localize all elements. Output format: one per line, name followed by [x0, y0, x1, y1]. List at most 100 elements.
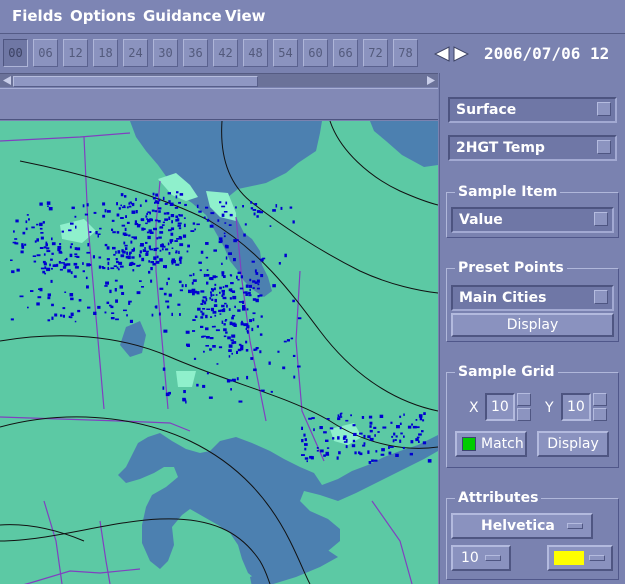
grid-x-input[interactable]: 10	[485, 393, 515, 421]
station-marker	[192, 273, 195, 276]
station-marker	[219, 201, 222, 204]
grid-x-up-icon[interactable]	[517, 393, 531, 406]
station-marker	[418, 433, 422, 436]
field-dropdown[interactable]: 2HGT Temp	[448, 135, 617, 161]
scrollbar-thumb[interactable]	[13, 76, 258, 87]
map-horizontal-scrollbar[interactable]	[0, 73, 438, 87]
hour-button-66[interactable]: 66	[333, 39, 358, 67]
station-marker	[111, 219, 115, 222]
station-marker	[97, 235, 99, 238]
grid-y-up-icon[interactable]	[593, 393, 607, 406]
grid-y-down-icon[interactable]	[593, 408, 607, 421]
station-marker	[52, 264, 57, 267]
station-marker	[212, 294, 215, 296]
station-marker	[278, 262, 281, 265]
station-marker	[128, 252, 131, 256]
station-marker	[115, 250, 117, 254]
hour-button-42[interactable]: 42	[213, 39, 238, 67]
station-marker	[125, 215, 127, 218]
station-marker	[211, 288, 214, 292]
next-time-arrow-icon[interactable]	[453, 46, 469, 62]
weather-map[interactable]	[0, 121, 438, 584]
station-marker	[252, 280, 256, 283]
station-marker	[290, 337, 294, 340]
station-marker	[199, 269, 202, 272]
station-marker	[113, 265, 117, 267]
sample-item-dropdown[interactable]: Value	[451, 207, 614, 233]
hour-button-36[interactable]: 36	[183, 39, 208, 67]
hour-button-60[interactable]: 60	[303, 39, 328, 67]
station-marker	[149, 248, 153, 251]
station-marker	[212, 310, 217, 314]
color-option-menu[interactable]	[547, 545, 613, 571]
station-marker	[192, 330, 196, 332]
level-dropdown[interactable]: Surface	[448, 97, 617, 123]
station-marker	[86, 263, 91, 267]
station-marker	[97, 233, 101, 235]
hour-button-78[interactable]: 78	[393, 39, 418, 67]
station-marker	[367, 435, 371, 439]
station-marker	[121, 249, 124, 253]
menu-view[interactable]: View	[225, 7, 266, 25]
hour-button-54[interactable]: 54	[273, 39, 298, 67]
menu-guidance[interactable]: Guidance	[143, 7, 222, 25]
station-marker	[230, 290, 233, 293]
station-marker	[209, 337, 214, 340]
preset-points-dropdown[interactable]: Main Cities	[451, 285, 614, 311]
station-marker	[178, 201, 181, 204]
scroll-left-arrow-icon[interactable]	[2, 75, 12, 86]
station-marker	[259, 350, 262, 354]
station-marker	[157, 220, 161, 223]
station-marker	[158, 198, 161, 202]
match-toggle[interactable]: Match	[455, 431, 527, 457]
station-marker	[16, 268, 20, 272]
station-marker	[179, 313, 181, 316]
station-marker	[60, 262, 65, 264]
station-marker	[225, 256, 228, 260]
station-marker	[124, 227, 127, 231]
preset-points-group: Preset Points Main Cities Display	[446, 259, 619, 342]
grid-y-input[interactable]: 10	[561, 393, 591, 421]
menu-options[interactable]: Options	[70, 7, 136, 25]
station-marker	[336, 456, 339, 460]
previous-time-arrow-icon[interactable]	[434, 46, 450, 62]
station-marker	[47, 205, 49, 207]
station-marker	[169, 202, 174, 206]
hour-button-30[interactable]: 30	[153, 39, 178, 67]
size-option-menu[interactable]: 10	[451, 545, 511, 571]
hour-button-24[interactable]: 24	[123, 39, 148, 67]
station-marker	[148, 270, 151, 274]
station-marker	[45, 243, 48, 247]
option-menu-indicator-icon	[567, 523, 583, 529]
station-marker	[178, 227, 182, 230]
station-marker	[284, 253, 287, 258]
station-marker	[150, 267, 153, 271]
menu-fields[interactable]: Fields	[12, 7, 62, 25]
station-marker	[229, 321, 233, 326]
station-marker	[74, 253, 78, 255]
hour-button-48[interactable]: 48	[243, 39, 268, 67]
station-marker	[178, 214, 180, 216]
font-option-menu[interactable]: Helvetica	[451, 513, 593, 539]
station-marker	[269, 225, 272, 227]
scroll-right-arrow-icon[interactable]	[426, 75, 436, 86]
hour-button-12[interactable]: 12	[63, 39, 88, 67]
option-menu-indicator-icon	[485, 555, 501, 561]
hour-button-18[interactable]: 18	[93, 39, 118, 67]
station-marker	[102, 202, 106, 206]
station-marker	[154, 210, 158, 213]
station-marker	[260, 258, 264, 262]
hour-button-72[interactable]: 72	[363, 39, 388, 67]
grid-x-down-icon[interactable]	[517, 408, 531, 421]
station-marker	[225, 331, 228, 334]
chevron-down-icon	[597, 102, 611, 116]
station-marker	[223, 232, 226, 235]
station-marker	[14, 238, 18, 240]
hour-button-00[interactable]: 00	[3, 39, 28, 67]
station-marker	[245, 340, 248, 344]
station-marker	[74, 255, 78, 258]
station-marker	[64, 264, 67, 268]
grid-display-button[interactable]: Display	[537, 431, 609, 457]
hour-button-06[interactable]: 06	[33, 39, 58, 67]
preset-display-button[interactable]: Display	[451, 313, 614, 337]
